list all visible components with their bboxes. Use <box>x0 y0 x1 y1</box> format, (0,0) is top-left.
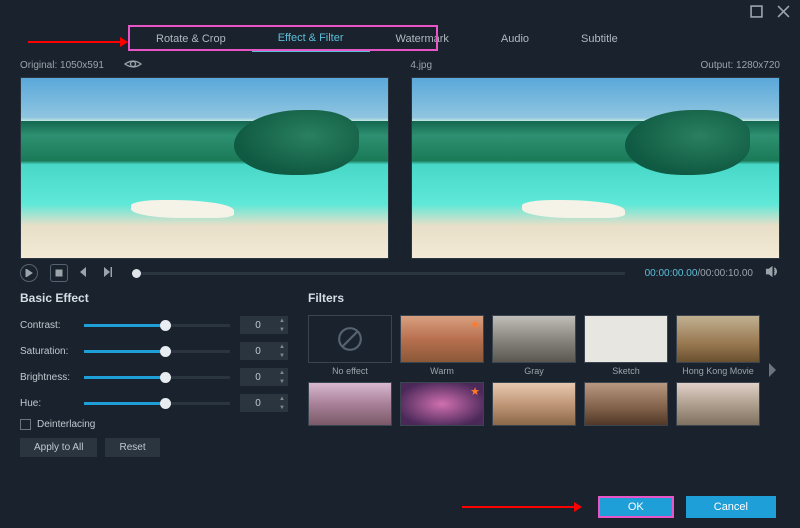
filename-label: 4.jpg <box>410 60 432 71</box>
tab-audio[interactable]: Audio <box>475 27 555 51</box>
saturation-spinner[interactable]: 0▲▼ <box>240 342 288 360</box>
original-size-label: Original: 1050x591 <box>20 60 104 71</box>
saturation-label: Saturation: <box>20 346 84 357</box>
output-size-label: Output: 1280x720 <box>700 60 780 71</box>
time-display: 00:00:00.00/00:00:10.00 <box>645 268 753 279</box>
filter-noeffect[interactable]: No effect <box>308 315 392 376</box>
saturation-slider[interactable] <box>84 350 230 353</box>
filters-scroll-right[interactable] <box>764 363 780 377</box>
brightness-slider[interactable] <box>84 376 230 379</box>
ok-button[interactable]: OK <box>598 496 674 518</box>
play-button[interactable] <box>20 264 38 282</box>
next-button[interactable] <box>102 267 112 280</box>
footer: OK Cancel <box>462 496 776 518</box>
reset-button[interactable]: Reset <box>105 438 159 457</box>
preview-output <box>411 77 780 259</box>
prev-button[interactable] <box>80 267 90 280</box>
brightness-spinner[interactable]: 0▲▼ <box>240 368 288 386</box>
preview-row <box>0 77 800 259</box>
preview-original <box>20 77 389 259</box>
filter-hongkong[interactable]: Hong Kong Movie <box>676 315 760 376</box>
filters-panel: Filters No effect ★Warm Gray Sketch Hong… <box>308 291 780 457</box>
cancel-button[interactable]: Cancel <box>686 496 776 518</box>
eye-icon[interactable] <box>124 58 142 73</box>
info-bar: Original: 1050x591 4.jpg Output: 1280x72… <box>0 52 800 77</box>
contrast-spinner[interactable]: 0▲▼ <box>240 316 288 334</box>
hue-spinner[interactable]: 0▲▼ <box>240 394 288 412</box>
annotation-arrow-ok <box>462 501 582 513</box>
basic-effect-title: Basic Effect <box>20 291 288 305</box>
annotation-arrow-tabs <box>28 36 128 48</box>
star-icon: ★ <box>470 385 480 398</box>
filter-item[interactable]: ★ <box>400 382 484 426</box>
titlebar <box>0 0 800 26</box>
tabs: Rotate & Crop Effect & Filter Watermark … <box>0 26 800 52</box>
tab-effect-filter[interactable]: Effect & Filter <box>252 26 370 52</box>
brightness-label: Brightness: <box>20 372 84 383</box>
tab-subtitle[interactable]: Subtitle <box>555 27 644 51</box>
maximize-icon[interactable] <box>750 5 763 21</box>
basic-effect-panel: Basic Effect Contrast: 0▲▼ Saturation: 0… <box>20 291 288 457</box>
filter-item[interactable] <box>308 382 392 426</box>
hue-label: Hue: <box>20 398 84 409</box>
filter-gray[interactable]: Gray <box>492 315 576 376</box>
seek-slider[interactable] <box>132 272 625 275</box>
contrast-slider[interactable] <box>84 324 230 327</box>
tab-watermark[interactable]: Watermark <box>370 27 475 51</box>
deinterlacing-label: Deinterlacing <box>37 419 95 430</box>
filter-item[interactable] <box>492 382 576 426</box>
filter-item[interactable] <box>584 382 668 426</box>
playback-controls: 00:00:00.00/00:00:10.00 <box>0 259 800 287</box>
stop-button[interactable] <box>50 264 68 282</box>
filter-item[interactable] <box>676 382 760 426</box>
filters-title: Filters <box>308 291 780 305</box>
contrast-label: Contrast: <box>20 320 84 331</box>
hue-slider[interactable] <box>84 402 230 405</box>
tab-rotate-crop[interactable]: Rotate & Crop <box>130 27 252 51</box>
star-icon: ★ <box>470 318 480 331</box>
filter-sketch[interactable]: Sketch <box>584 315 668 376</box>
deinterlacing-checkbox[interactable] <box>20 419 31 430</box>
close-icon[interactable] <box>777 5 790 21</box>
volume-icon[interactable] <box>765 264 780 282</box>
apply-to-all-button[interactable]: Apply to All <box>20 438 97 457</box>
filter-warm[interactable]: ★Warm <box>400 315 484 376</box>
